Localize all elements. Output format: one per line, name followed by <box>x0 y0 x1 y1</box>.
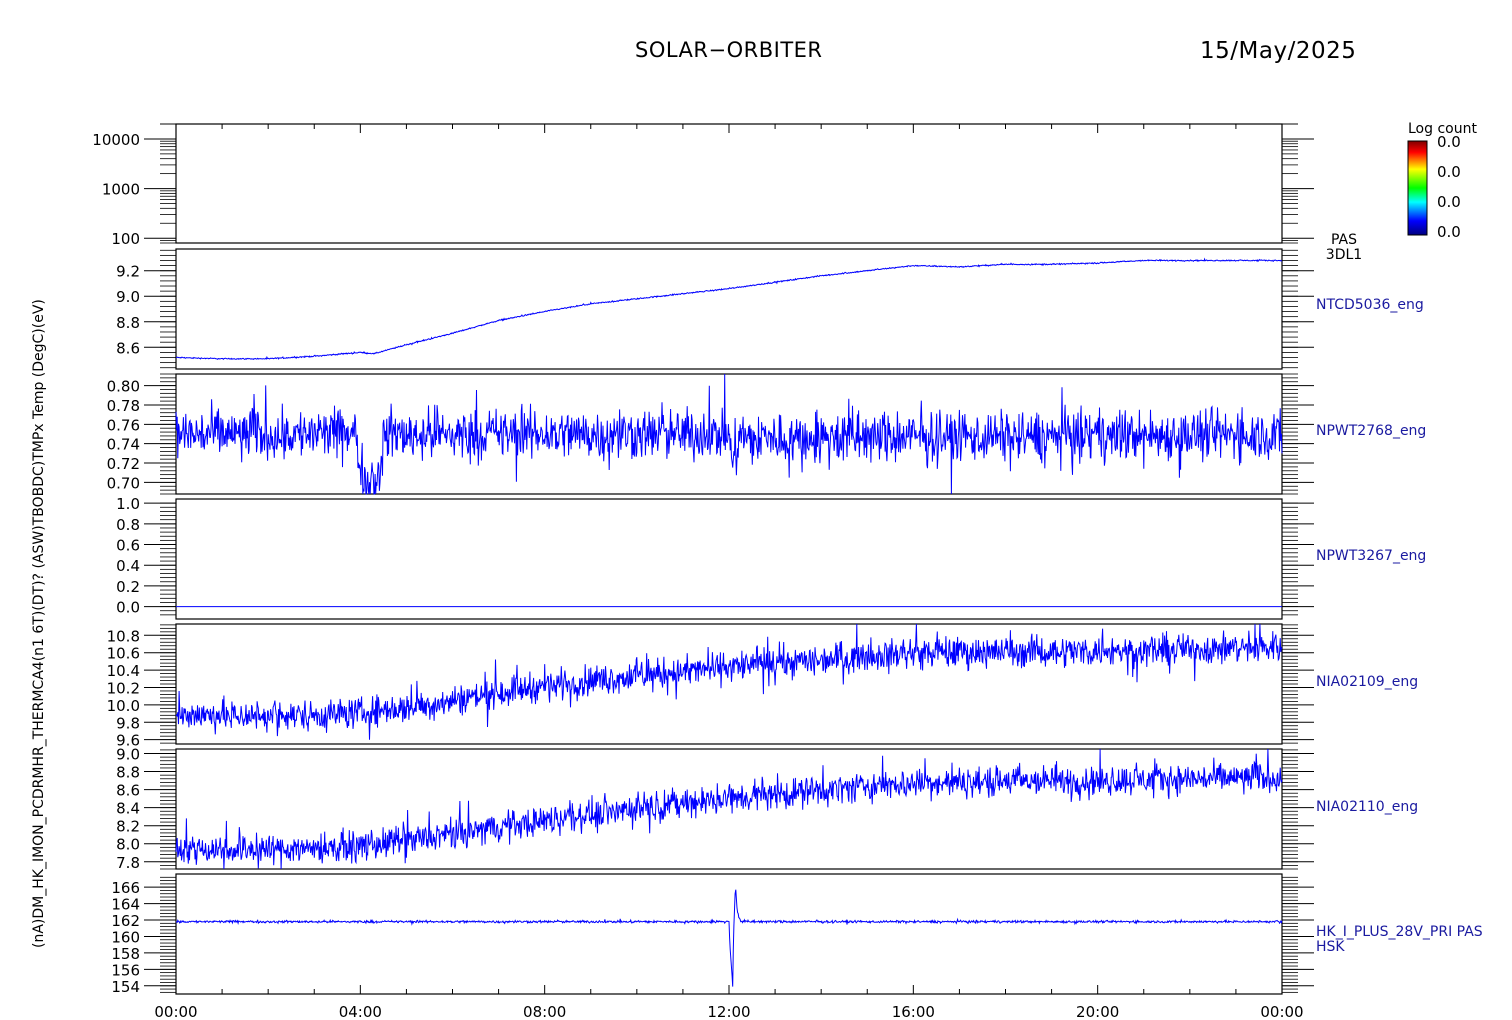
x-tick-label: 20:00 <box>1076 1003 1119 1020</box>
series-line <box>175 623 1283 740</box>
panel-0: 10000 1000 100 PAS3DL1 <box>92 123 1362 263</box>
y-tick-label: 0.80 <box>107 378 140 396</box>
y-tick-label: 0.72 <box>107 455 140 473</box>
panel-side-label: NPWT2768_eng <box>1316 423 1426 439</box>
y-tick-label: 162 <box>111 912 140 930</box>
x-tick-label: 12:00 <box>707 1003 750 1020</box>
y-tick-label: 0.74 <box>107 436 140 454</box>
panel-side-label: HSK <box>1316 939 1345 955</box>
panel-frame <box>175 123 1283 244</box>
y-tick-label: 1.0 <box>116 495 140 513</box>
y-tick-label: 0.6 <box>116 537 140 555</box>
colorbar-tick: 0.0 <box>1437 133 1461 151</box>
y-tick-label: 154 <box>111 978 140 996</box>
y-tick-label: 8.4 <box>116 800 140 818</box>
y-tick-label: 158 <box>111 945 140 963</box>
panel-2: 0.800.780.76 0.740.720.70 NPWT2768_eng <box>107 373 1426 495</box>
x-tick-label: 04:00 <box>339 1003 382 1020</box>
series-line <box>175 889 1283 987</box>
y-tick-label: 10.2 <box>107 679 140 697</box>
y-tick-label: 0.8 <box>116 516 140 534</box>
colorbar-tick: 0.0 <box>1437 223 1461 241</box>
y-tick-label: 0.4 <box>116 557 140 575</box>
panel-frame <box>175 748 1283 870</box>
y-tick-label: 164 <box>111 896 140 914</box>
y-tick-label: 9.2 <box>116 263 140 281</box>
y-tick-label: 8.8 <box>116 764 140 782</box>
y-tick-label: 100 <box>111 230 140 248</box>
panel-frame <box>175 248 1283 370</box>
y-tick-label: 8.0 <box>116 836 140 854</box>
y-tick-label: 0.2 <box>116 578 140 596</box>
left-axis-label: (nA)DM_HK_IMON_PCDRMHR_THERMCA4(n1 6T)(D… <box>31 299 47 948</box>
panel-side-label: NTCD5036_eng <box>1316 297 1424 313</box>
panel-4: 10.810.610.410.210.09.89.6NIA02109_eng <box>107 623 1418 750</box>
panel-side-label: NIA02110_eng <box>1316 799 1418 815</box>
panel-frame <box>175 498 1283 620</box>
y-tick-label: 166 <box>111 879 140 897</box>
y-tick-label: 9.0 <box>116 288 140 306</box>
y-tick-label: 8.6 <box>116 339 140 357</box>
panel-side-label: NIA02109_eng <box>1316 674 1418 690</box>
stacked-timeseries-chart: 100001000100 PAS3DL19.29.08.88.6NTCD5036_… <box>31 121 1483 1020</box>
y-tick-label: 160 <box>111 928 140 946</box>
y-tick-label: 1000 <box>102 181 140 199</box>
y-tick-label: 0.76 <box>107 416 140 434</box>
y-tick-label: 8.6 <box>116 782 140 800</box>
y-tick-label: 8.8 <box>116 314 140 332</box>
y-tick-label: 9.0 <box>116 746 140 764</box>
colorbar-tick: 0.0 <box>1437 193 1461 211</box>
y-tick-label: 9.8 <box>116 714 140 732</box>
y-tick-label: 0.78 <box>107 397 140 415</box>
y-tick-label: 0.0 <box>116 599 140 617</box>
y-tick-label: 156 <box>111 961 140 979</box>
series-line <box>175 748 1283 870</box>
x-tick-label: 08:00 <box>523 1003 566 1020</box>
y-tick-label: 10.8 <box>107 627 140 645</box>
panel-side-label: NPWT3267_eng <box>1316 548 1426 564</box>
panel-6: 166164162160158156154 HK_I_PLUS_28V_PRI P… <box>111 873 1483 996</box>
x-tick-label: 00:00 <box>1260 1003 1303 1020</box>
x-tick-label: 16:00 <box>892 1003 935 1020</box>
y-tick-label: 8.2 <box>116 818 140 836</box>
y-tick-label: 0.70 <box>107 474 140 492</box>
x-tick-label: 00:00 <box>154 1003 197 1020</box>
y-tick-label: 10.4 <box>107 662 140 680</box>
series-line <box>176 257 1283 361</box>
y-tick-label: 10.0 <box>107 697 140 715</box>
y-tick-label: 10000 <box>92 131 140 149</box>
panel-side-label: 3DL1 <box>1326 247 1362 263</box>
y-tick-label: 7.8 <box>116 854 140 872</box>
series-line <box>175 373 1283 495</box>
panel-side-label: PAS <box>1331 232 1357 248</box>
colorbar <box>1407 140 1428 236</box>
panel-5: 9.08.88.68.48.28.07.8 NIA02110_eng <box>116 746 1418 872</box>
panel-3: 1.0 0.8 0.6 0.4 0.2 0.0 NPWT3267_eng <box>116 495 1426 620</box>
panel-frame <box>175 623 1283 745</box>
panel-side-label: HK_I_PLUS_28V_PRI PAS <box>1316 924 1483 940</box>
panel-1: 9.2 9.0 8.8 8.6 NTCD5036_eng <box>116 248 1424 370</box>
y-tick-label: 10.6 <box>107 645 140 663</box>
colorbar-tick: 0.0 <box>1437 163 1461 181</box>
